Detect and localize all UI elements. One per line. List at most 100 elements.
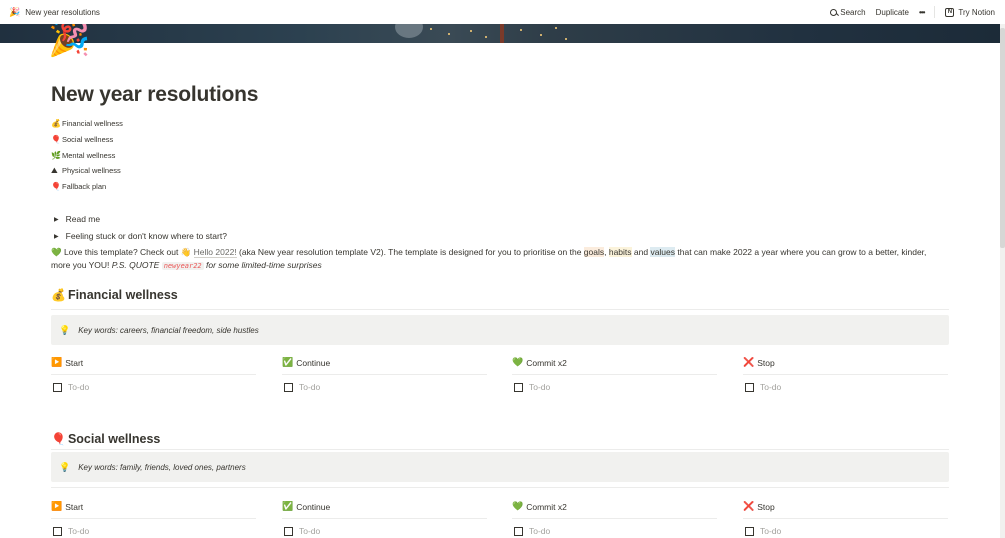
column-heading-stop[interactable]: ❌ Stop	[743, 357, 775, 368]
checkbox[interactable]	[284, 382, 293, 392]
section-heading-social[interactable]: 🎈 Social wellness	[51, 432, 160, 446]
page-title[interactable]: New year resolutions	[51, 83, 258, 107]
play-button-icon: ▶️	[51, 357, 63, 367]
cross-mark-icon: ❌	[743, 501, 755, 511]
column-heading-commit[interactable]: 💚 Commit x2	[512, 501, 567, 512]
toc-item-label: Physical wellness	[62, 166, 121, 176]
topbar: 🎉 New year resolutions Search Duplicate …	[0, 0, 1005, 24]
breadcrumb[interactable]: 🎉 New year resolutions	[9, 7, 100, 18]
column-divider	[512, 374, 717, 375]
column-divider	[282, 374, 487, 375]
column-heading-text: Stop	[757, 357, 775, 368]
callout-financial[interactable]: 💡 Key words: careers, financial freedom,…	[51, 315, 949, 345]
money-bag-icon: 💰	[51, 119, 61, 129]
checkbox[interactable]	[745, 526, 754, 536]
more-options-button[interactable]: •••	[919, 8, 925, 17]
toggle-label: Feeling stuck or don't know where to sta…	[65, 231, 227, 241]
balloon-icon: 🎈	[51, 135, 61, 145]
column-heading-continue[interactable]: ✅ Continue	[282, 357, 330, 368]
intro-text: and	[631, 247, 651, 257]
search-button[interactable]: Search	[830, 7, 866, 17]
try-notion-label: Try Notion	[958, 7, 995, 17]
todo-item[interactable]: To-do	[282, 526, 320, 536]
column-heading-commit[interactable]: 💚 Commit x2	[512, 357, 567, 368]
breadcrumb-page-title[interactable]: New year resolutions	[25, 8, 100, 17]
checkbox[interactable]	[53, 382, 62, 392]
search-icon	[830, 8, 838, 16]
checkbox[interactable]	[514, 526, 523, 536]
column-heading-start[interactable]: ▶️ Start	[51, 501, 83, 512]
page-mention-link[interactable]: Hello 2022!	[193, 247, 237, 258]
todo-item[interactable]: To-do	[743, 526, 781, 536]
cross-mark-icon: ❌	[743, 357, 755, 367]
highlight-values: values	[650, 247, 676, 257]
light-bulb-icon: 💡	[59, 324, 71, 335]
toggle-read-me[interactable]: ▶ Read me	[54, 214, 100, 224]
topbar-divider	[934, 6, 936, 18]
todo-placeholder[interactable]: To-do	[529, 382, 550, 392]
todo-item[interactable]: To-do	[51, 526, 89, 536]
todo-placeholder[interactable]: To-do	[68, 382, 89, 392]
page-icon[interactable]: 🎉	[48, 22, 90, 56]
toc-item-physical[interactable]: ⛰ Physical wellness	[51, 163, 123, 179]
section-divider	[51, 309, 949, 310]
green-heart-icon: 💚	[51, 247, 62, 257]
checkbox[interactable]	[284, 526, 293, 536]
column-divider	[743, 518, 948, 519]
party-popper-icon: 🎉	[9, 6, 21, 17]
column-divider	[51, 374, 256, 375]
todo-item[interactable]: To-do	[282, 382, 320, 392]
todo-placeholder[interactable]: To-do	[760, 526, 781, 536]
callout-social[interactable]: 💡 Key words: family, friends, loved ones…	[51, 452, 949, 482]
balloon-icon: 🎈	[51, 432, 66, 446]
column-heading-start[interactable]: ▶️ Start	[51, 357, 83, 368]
toggle-label: Read me	[65, 214, 101, 224]
mountain-icon: ⛰	[51, 165, 58, 175]
notion-logo-icon: N	[945, 7, 955, 17]
ps-text: P.S. QUOTE	[111, 260, 162, 270]
column-heading-stop[interactable]: ❌ Stop	[743, 501, 775, 512]
highlight-habits: habits	[608, 247, 632, 257]
section-heading-text: Social wellness	[67, 432, 161, 446]
mention-wave-icon: 👋	[180, 247, 192, 257]
column-divider	[51, 518, 256, 519]
try-notion-button[interactable]: N Try Notion	[945, 7, 995, 17]
toc-item-fallback[interactable]: 🎈 Fallback plan	[51, 179, 123, 195]
todo-placeholder[interactable]: To-do	[760, 382, 781, 392]
todo-item[interactable]: To-do	[743, 382, 781, 392]
toc-item-mental[interactable]: 🌿 Mental wellness	[51, 147, 123, 163]
todo-placeholder[interactable]: To-do	[299, 382, 320, 392]
callout-text: Key words: family, friends, loved ones, …	[78, 462, 246, 472]
section-divider	[51, 487, 949, 488]
scrollbar-thumb[interactable]	[1000, 28, 1005, 248]
duplicate-button[interactable]: Duplicate	[876, 8, 909, 17]
todo-item[interactable]: To-do	[512, 382, 550, 392]
herb-icon: 🌿	[51, 150, 61, 160]
toggle-feeling-stuck[interactable]: ▶ Feeling stuck or don't know where to s…	[54, 231, 227, 241]
table-of-contents: 💰 Financial wellness 🎈 Social wellness 🌿…	[51, 116, 123, 194]
toc-item-social[interactable]: 🎈 Social wellness	[51, 132, 123, 148]
intro-paragraph: 💚 Love this template? Check out 👋 Hello …	[51, 246, 941, 273]
play-button-icon: ▶️	[51, 501, 63, 511]
checkbox[interactable]	[514, 382, 523, 392]
toggle-arrow-icon[interactable]: ▶	[54, 233, 59, 240]
intro-text: (aka New year resolution template V2). T…	[236, 247, 584, 257]
checkbox[interactable]	[745, 382, 754, 392]
toc-item-financial[interactable]: 💰 Financial wellness	[51, 116, 123, 132]
checkbox[interactable]	[53, 526, 62, 536]
todo-item[interactable]: To-do	[512, 526, 550, 536]
callout-text: Key words: careers, financial freedom, s…	[78, 325, 259, 335]
todo-placeholder[interactable]: To-do	[299, 526, 320, 536]
todo-placeholder[interactable]: To-do	[68, 526, 89, 536]
column-heading-continue[interactable]: ✅ Continue	[282, 501, 330, 512]
check-mark-icon: ✅	[282, 501, 294, 511]
highlight-goals: goals	[583, 247, 605, 257]
todo-placeholder[interactable]: To-do	[529, 526, 550, 536]
todo-item[interactable]: To-do	[51, 382, 89, 392]
section-heading-financial[interactable]: 💰 Financial wellness	[51, 288, 178, 302]
column-heading-text: Continue	[296, 501, 331, 512]
money-bag-icon: 💰	[51, 288, 66, 302]
toggle-arrow-icon[interactable]: ▶	[54, 216, 59, 223]
toc-item-label: Financial wellness	[62, 119, 123, 129]
search-label: Search	[840, 7, 866, 17]
